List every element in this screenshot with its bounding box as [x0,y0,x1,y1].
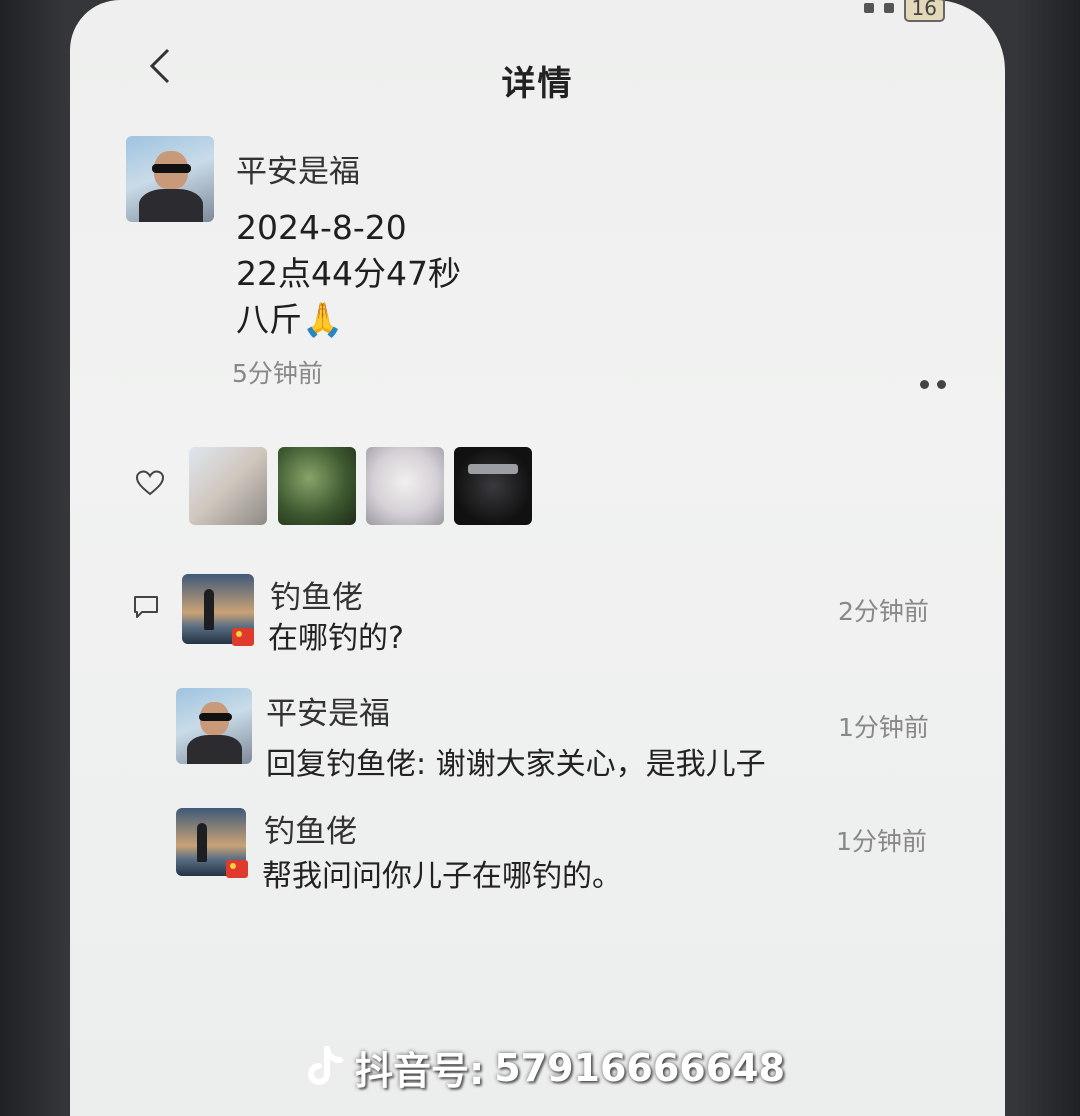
comment-author[interactable]: 钓鱼佬 [264,806,357,851]
wifi-icon [883,3,894,13]
more-options-button[interactable] [920,380,950,394]
comment-text: 帮我问问你儿子在哪钓的。 [262,859,622,894]
liker-avatar-2[interactable] [278,447,356,525]
device-frame: 16 详情 平安是福 2024-8-20 22点44分47秒 八斤🙏 5分钟前 [0,0,1080,1116]
post-body: 2024-8-20 22点44分47秒 八斤🙏 [236,205,461,343]
post-author-avatar[interactable] [126,136,214,222]
post-line-time: 22点44分47秒 [236,254,461,293]
signal-icon [863,3,874,13]
heart-icon[interactable] [136,470,164,496]
page-title: 详情 [501,64,574,104]
flag-icon [232,628,254,646]
post-line-weight: 八斤🙏 [236,300,344,339]
watermark-id: 57916666648 [494,1045,786,1090]
phone-screen: 16 详情 平安是福 2024-8-20 22点44分47秒 八斤🙏 5分钟前 [70,0,1005,1116]
comment-author[interactable]: 平安是福 [266,688,390,733]
comment-text: 在哪钓的? [268,621,404,656]
comment-author[interactable]: 钓鱼佬 [270,572,363,617]
douyin-watermark: 抖音号: 57916666648 [305,1040,785,1095]
post-author-name[interactable]: 平安是福 [236,146,360,191]
comment-time: 2分钟前 [838,597,929,626]
status-bar: 16 [863,0,945,22]
comment-icon [134,596,158,618]
watermark-label: 抖音号: [355,1049,485,1093]
tiktok-logo-icon [308,1045,343,1085]
comment-avatar[interactable] [176,688,252,764]
liker-avatar-3[interactable] [366,447,444,525]
liker-avatar-1[interactable] [189,447,267,525]
dot-icon [937,380,946,389]
comment-time: 1分钟前 [838,713,929,742]
flag-icon [226,860,248,878]
post-time-ago: 5分钟前 [232,359,323,388]
comment-text: 回复钓鱼佬: 谢谢大家关心，是我儿子 [266,747,766,782]
battery-indicator: 16 [903,0,945,22]
post-line-date: 2024-8-20 [236,208,407,247]
liker-avatar-4[interactable] [454,447,532,525]
comment-time: 1分钟前 [836,827,927,856]
dot-icon [920,380,929,389]
